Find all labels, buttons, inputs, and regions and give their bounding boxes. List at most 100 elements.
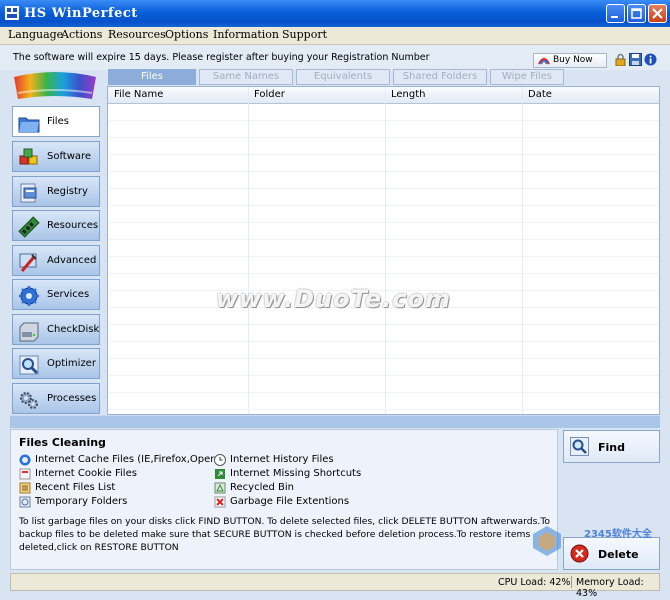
advanced-icon: [19, 253, 37, 272]
grid-row-line: [108, 256, 659, 257]
tab-equivalents[interactable]: Equivalents: [296, 69, 390, 85]
file-list-header: File Name Folder Length Date: [108, 87, 659, 104]
temp-folder-icon: [19, 496, 31, 508]
minimize-button[interactable]: [606, 4, 625, 23]
buy-now-label: Buy Now: [553, 55, 593, 65]
expiry-notice: The software will expire 15 days. Please…: [13, 52, 430, 63]
nav-advanced[interactable]: Advanced: [12, 245, 100, 276]
category-label: Internet History Files: [230, 454, 334, 465]
gears-icon: [20, 392, 38, 409]
menu-bar: Language Actions Resources Options Infor…: [0, 27, 670, 45]
minimize-icon: [611, 16, 618, 18]
close-icon: [652, 8, 663, 19]
tab-files[interactable]: Files: [108, 69, 196, 85]
cpu-load: CPU Load: 42%: [498, 577, 571, 588]
watermark: www.DuoTe.com: [216, 285, 451, 313]
category-label: Recent Files List: [35, 482, 116, 493]
disk-icon: [19, 322, 39, 342]
column-length[interactable]: Length: [391, 89, 426, 100]
nav-label-software: Software: [47, 151, 92, 162]
tab-same-names[interactable]: Same Names: [199, 69, 293, 85]
menu-resources[interactable]: Resources: [108, 28, 166, 41]
category-label: Internet Missing Shortcuts: [230, 468, 362, 479]
nav-files[interactable]: Files: [12, 106, 100, 137]
recent-files-icon: [19, 482, 31, 494]
grid-row-line: [108, 341, 659, 342]
nav-label-services: Services: [47, 289, 90, 300]
menu-language[interactable]: Language: [8, 28, 63, 41]
brand-text: 2345软件大全: [584, 529, 652, 540]
grid-row-line: [108, 239, 659, 240]
menu-information[interactable]: Information: [213, 28, 279, 41]
nav-optimizer[interactable]: Optimizer: [12, 348, 100, 379]
file-list[interactable]: File Name Folder Length Date www.DuoTe.c…: [107, 86, 660, 415]
menu-support[interactable]: Support: [282, 28, 327, 41]
title-bar[interactable]: HS WinPerfect: [0, 0, 670, 27]
nav-label-optimizer: Optimizer: [47, 358, 96, 369]
grid-row-line: [108, 409, 659, 410]
notice-row: The software will expire 15 days. Please…: [0, 45, 670, 70]
search-icon: [570, 437, 589, 456]
column-date[interactable]: Date: [528, 89, 552, 100]
nav-label-registry: Registry: [47, 186, 88, 197]
registry-icon: [20, 183, 37, 203]
nav-registry[interactable]: Registry: [12, 176, 100, 207]
window-title: HS WinPerfect: [24, 6, 138, 21]
grid-row-line: [108, 188, 659, 189]
find-button[interactable]: Find: [563, 430, 660, 463]
column-folder[interactable]: Folder: [254, 89, 285, 100]
grid-row-line: [108, 358, 659, 359]
nav-label-processes: Processes: [47, 393, 97, 404]
grid-row-line: [108, 171, 659, 172]
close-button[interactable]: [648, 4, 667, 23]
menu-actions[interactable]: Actions: [61, 28, 102, 41]
folder-icon: [18, 117, 40, 133]
clock-icon: [214, 454, 226, 466]
buy-now-button[interactable]: Buy Now: [533, 53, 607, 68]
category-label: Internet Cookie Files: [35, 468, 137, 479]
nav-label-resources: Resources: [47, 220, 99, 231]
browser-icon: [19, 454, 31, 466]
cubes-icon: [19, 148, 38, 165]
grid-row-line: [108, 324, 659, 325]
category-label: Internet Cache Files (IE,Firefox,Opera): [35, 454, 225, 465]
grid-row-line: [108, 222, 659, 223]
grid-row-line: [108, 205, 659, 206]
category-label: Garbage File Extentions: [230, 496, 350, 507]
grid-row-line: [108, 273, 659, 274]
logo: [14, 72, 96, 99]
shortcut-icon: [215, 469, 225, 479]
memory-load: Memory Load: 43%: [576, 577, 644, 599]
memory-chip-icon: [18, 216, 40, 238]
nav-services[interactable]: Services: [12, 279, 100, 310]
save-icon[interactable]: [629, 53, 642, 66]
info-panel: Files Cleaning Internet Cache Files (IE,…: [10, 429, 558, 570]
tab-shared-folders[interactable]: Shared Folders: [393, 69, 487, 85]
lock-icon[interactable]: [614, 53, 627, 66]
brand-watermark: 2345软件大全: [528, 520, 668, 580]
sidebar: Files Software Registry Resources Advanc…: [9, 70, 103, 415]
tab-wipe-files[interactable]: Wipe Files: [490, 69, 564, 85]
nav-resources[interactable]: Resources: [12, 210, 100, 241]
grid-row-line: [108, 120, 659, 121]
category-label: Temporary Folders: [35, 496, 128, 507]
find-label: Find: [598, 441, 625, 454]
nav-processes[interactable]: Processes: [12, 383, 100, 414]
recycle-bin-icon: [214, 482, 226, 494]
maximize-button[interactable]: [627, 4, 646, 23]
nav-checkdisk[interactable]: CheckDisk: [12, 314, 100, 345]
menu-options[interactable]: Options: [165, 28, 208, 41]
buy-now-icon: [538, 58, 550, 65]
help-text: To list garbage files on your disks clic…: [19, 516, 550, 553]
garbage-icon: [214, 496, 226, 508]
status-divider: [571, 576, 572, 588]
column-file-name[interactable]: File Name: [114, 89, 163, 100]
horizontal-scroll-strip[interactable]: [10, 415, 660, 428]
app-icon: [5, 6, 19, 20]
info-icon[interactable]: [644, 53, 657, 66]
app-window: HS WinPerfect Language Actions Resources…: [0, 0, 670, 600]
category-label: Recycled Bin: [230, 482, 294, 493]
grid-row-line: [108, 392, 659, 393]
nav-software[interactable]: Software: [12, 141, 100, 172]
tab-strip: Files Same Names Equivalents Shared Fold…: [107, 69, 667, 86]
